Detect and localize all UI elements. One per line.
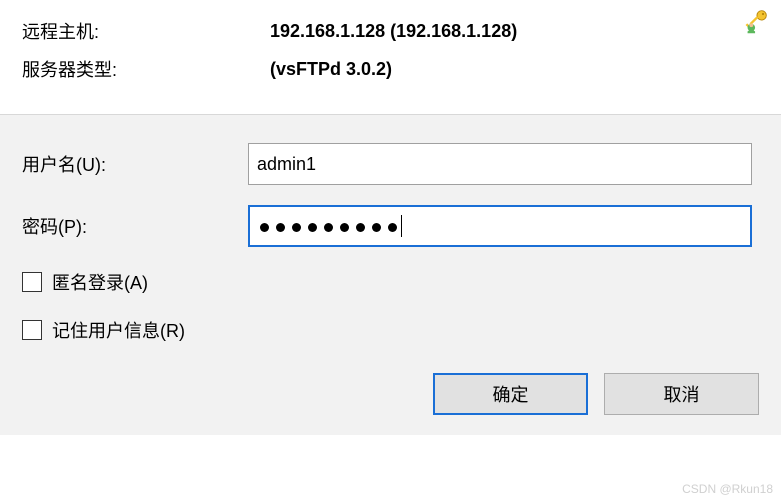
username-label: 用户名(U): xyxy=(22,151,248,177)
remote-host-row: 远程主机: 192.168.1.128 (192.168.1.128) xyxy=(22,18,759,44)
header-section: 远程主机: 192.168.1.128 (192.168.1.128) 服务器类… xyxy=(0,0,781,114)
remote-host-label: 远程主机: xyxy=(22,18,270,44)
text-caret xyxy=(401,215,402,237)
username-input[interactable] xyxy=(248,143,752,185)
anonymous-login-row: 匿名登录(A) xyxy=(22,269,759,295)
server-type-row: 服务器类型: (vsFTPd 3.0.2) xyxy=(22,56,759,82)
server-type-value: (vsFTPd 3.0.2) xyxy=(270,59,392,80)
username-row: 用户名(U): xyxy=(22,143,759,185)
anonymous-label: 匿名登录(A) xyxy=(52,269,148,295)
server-type-label: 服务器类型: xyxy=(22,56,270,82)
remember-user-row: 记住用户信息(R) xyxy=(22,317,759,343)
login-form-section: 用户名(U): 密码(P): 匿名登录(A) 记住用户信息(R) 确定 取消 xyxy=(0,114,781,435)
anonymous-checkbox[interactable] xyxy=(22,272,42,292)
watermark-text: CSDN @Rkun18 xyxy=(682,482,773,496)
remote-host-value: 192.168.1.128 (192.168.1.128) xyxy=(270,21,517,42)
cancel-button[interactable]: 取消 xyxy=(604,373,759,415)
password-label: 密码(P): xyxy=(22,213,248,239)
password-row: 密码(P): xyxy=(22,205,759,247)
key-user-icon xyxy=(741,6,771,36)
remember-checkbox[interactable] xyxy=(22,320,42,340)
ok-button[interactable]: 确定 xyxy=(433,373,588,415)
dialog-buttons: 确定 取消 xyxy=(22,373,759,415)
password-input[interactable] xyxy=(248,205,752,247)
remember-label: 记住用户信息(R) xyxy=(52,317,185,343)
